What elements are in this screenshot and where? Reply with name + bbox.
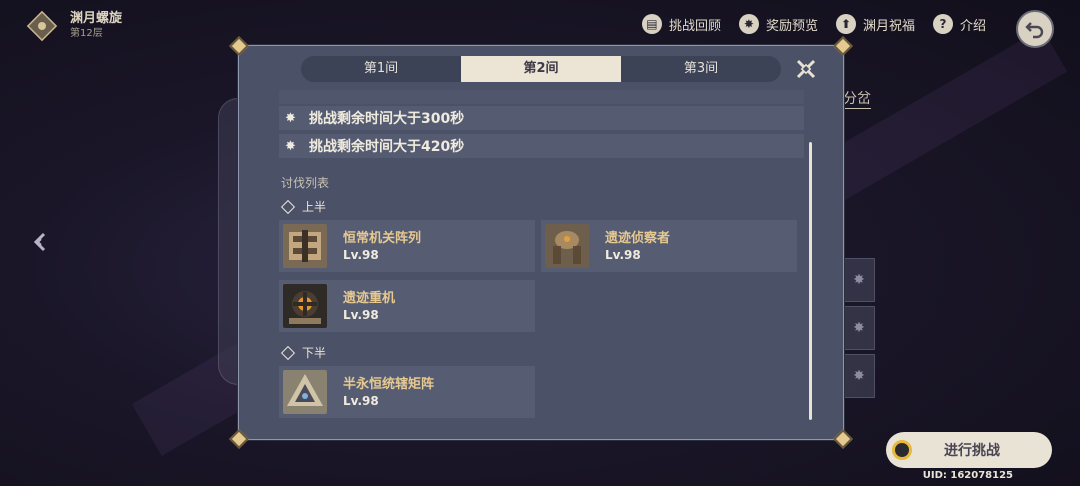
half-label-text: 上半 [302,200,327,214]
enemy-list-title: 讨伐列表 [281,176,330,190]
corner-ornament [833,429,853,449]
help-icon: ? [932,14,953,34]
top-nav: ▤ 挑战回顾 ✸ 奖励预览 ⬆ 渊月祝福 ? 介绍 [624,14,986,34]
tab-chamber-2[interactable]: 第2间 [461,56,621,82]
enemy-name: 恒常机关阵列 [343,230,422,246]
nav-reward-preview[interactable]: ✸ 奖励预览 [738,14,818,34]
enemy-portrait [545,224,589,268]
tab-chamber-3[interactable]: 第3间 [621,56,781,82]
diamond-icon [280,345,296,360]
reward-icon: ✸ [738,14,759,34]
challenge-ring-icon [892,440,912,460]
enemy-name: 半永恒统辖矩阵 [343,376,435,392]
book-icon: ▤ [641,14,662,34]
uid-label: UID: 162078125 [922,470,1013,481]
start-challenge-button[interactable]: 进行挑战 [886,432,1052,468]
condition-text: 挑战剩余时间大于300秒 [309,111,465,127]
chamber-detail-modal: 第1间 第2间 第3间 ✸ 挑战剩余时间大于300秒 ✸ 挑战剩余时间大于420… [229,36,853,449]
abyss-emblem-icon [26,10,58,42]
second-half-label: 下半 [280,344,327,361]
nav-label: 奖励预览 [765,18,818,34]
nav-challenge-review[interactable]: ▤ 挑战回顾 [641,14,721,34]
background-star-slot: ✸ [843,306,875,350]
enemy-card[interactable]: 遗迹重机 Lv.98 [279,280,535,332]
diamond-icon [280,199,296,214]
condition-row-partial [279,90,804,104]
half-label-text: 下半 [302,346,327,360]
enemy-portrait [283,370,327,414]
background-star-slot: ✸ [843,258,875,302]
star-icon: ✸ [285,110,296,126]
enemy-level: Lv.98 [343,247,379,262]
chamber-tabs: 第1间 第2间 第3间 [301,56,781,82]
condition-row: ✸ 挑战剩余时间大于300秒 [279,106,804,130]
tab-chamber-1[interactable]: 第1间 [301,56,461,82]
condition-text: 挑战剩余时间大于420秒 [309,139,465,155]
corner-ornament [229,36,249,56]
enemy-name: 遗迹重机 [343,290,396,306]
corner-ornament [229,429,249,449]
abyss-header: 渊月螺旋 第12层 [26,10,122,42]
enemy-portrait [283,224,327,268]
scrollbar-thumb[interactable] [809,142,812,420]
enemy-card[interactable]: 半永恒统辖矩阵 Lv.98 [279,366,535,418]
enemy-level: Lv.98 [343,393,379,408]
enemy-level: Lv.98 [343,307,379,322]
corner-ornament [833,36,853,56]
nav-blessing[interactable]: ⬆ 渊月祝福 [835,14,915,34]
abyss-title: 渊月螺旋 [70,11,123,26]
enemy-card[interactable]: 遗迹侦察者 Lv.98 [541,220,797,272]
first-half-label: 上半 [280,198,327,215]
background-star-slot: ✸ [843,354,875,398]
star-icon: ✸ [285,138,296,154]
condition-row: ✸ 挑战剩余时间大于420秒 [279,134,804,158]
back-button[interactable] [1016,10,1054,48]
chamber-content[interactable]: ✸ 挑战剩余时间大于300秒 ✸ 挑战剩余时间大于420秒 讨伐列表 上半 恒常… [279,90,809,420]
enemy-name: 遗迹侦察者 [605,230,671,246]
enemy-portrait [283,284,327,328]
nav-label: 挑战回顾 [668,18,721,34]
nav-help[interactable]: ? 介绍 [932,14,986,34]
nav-label: 介绍 [959,18,986,34]
enemy-level: Lv.98 [605,247,641,262]
return-arrow-icon [1025,22,1044,39]
floor-label: 第12层 [70,28,103,39]
background-branch-tab: 分岔 [843,88,871,109]
close-icon[interactable] [795,58,817,80]
previous-arrow-icon[interactable] [32,232,50,252]
nav-label: 渊月祝福 [862,18,915,34]
blessing-icon: ⬆ [835,14,856,34]
enemy-card[interactable]: 恒常机关阵列 Lv.98 [279,220,535,272]
start-challenge-label: 进行挑战 [944,443,1000,459]
